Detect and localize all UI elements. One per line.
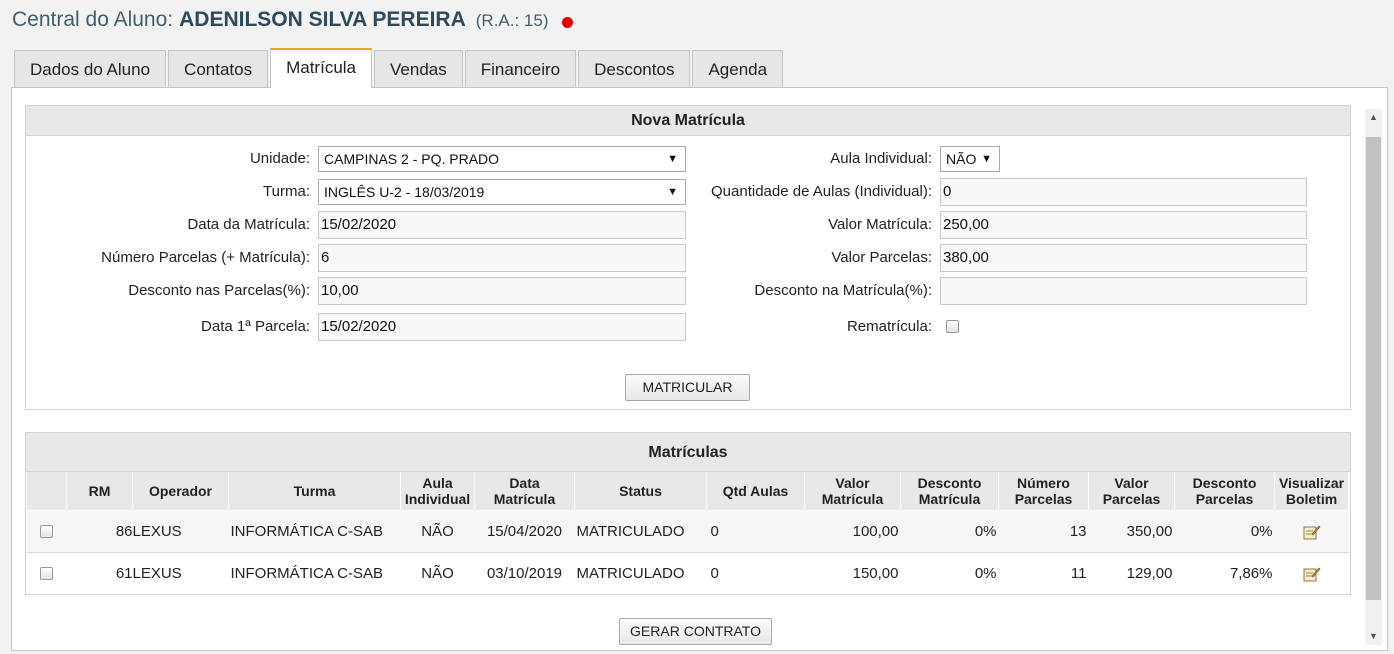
tab-financeiro[interactable]: Financeiro [464, 50, 577, 88]
column-header-turma: Turma [228, 472, 401, 511]
table-row: 86 LEXUS INFORMÁTICA C-SAB NÃO 15/04/202… [26, 510, 1349, 553]
column-header-data-matricula: Data Matrícula [474, 472, 575, 511]
unidade-label: Unidade: [249, 150, 310, 167]
tab-contatos[interactable]: Contatos [168, 50, 269, 88]
cell-qtd-aulas: 0 [706, 510, 805, 553]
matriculas-table: RM Operador Turma Aula Individual Data M… [26, 472, 1349, 595]
column-header-operador: Operador [132, 472, 229, 511]
data-primeira-parcela-label: Data 1ª Parcela: [201, 318, 310, 335]
student-name: ADENILSON SILVA PEREIRA [179, 8, 466, 31]
cell-turma: INFORMÁTICA C-SAB [228, 552, 401, 595]
edit-document-icon[interactable] [1303, 566, 1321, 582]
row-checkbox[interactable] [40, 525, 53, 539]
aula-individual-label: Aula Individual: [830, 150, 932, 167]
vertical-scrollbar[interactable]: ▲ ▼ [1365, 109, 1382, 645]
row-checkbox[interactable] [40, 567, 53, 581]
column-header-status: Status [574, 472, 707, 511]
valor-matricula-label: Valor Matrícula: [828, 216, 932, 233]
numero-parcelas-label: Número Parcelas (+ Matrícula): [101, 249, 310, 266]
cell-rm: 86 [66, 510, 133, 553]
edit-document-icon[interactable] [1303, 524, 1321, 540]
cell-desconto-matricula: 0% [900, 552, 999, 595]
cell-numero-parcelas: 11 [998, 552, 1089, 595]
status-indicator-dot [561, 16, 573, 28]
matriculas-section: Matrículas RM Operador Turma Aula Indivi… [25, 432, 1351, 595]
tab-dados-do-aluno[interactable]: Dados do Aluno [14, 50, 167, 88]
column-header-valor-parcelas: Valor Parcelas [1088, 472, 1175, 511]
cell-valor-parcelas: 129,00 [1088, 552, 1175, 595]
cell-rm: 61 [66, 552, 133, 595]
cell-valor-parcelas: 350,00 [1088, 510, 1175, 553]
chevron-down-icon: ▼ [981, 153, 992, 165]
unidade-selected-value: CAMPINAS 2 - PQ. PRADO [324, 151, 500, 167]
scroll-up-arrow-icon[interactable]: ▲ [1365, 109, 1382, 126]
scrollbar-thumb[interactable] [1366, 137, 1381, 600]
cell-desconto-matricula: 0% [900, 510, 999, 553]
turma-selected-value: INGLÊS U-2 - 18/03/2019 [324, 184, 485, 200]
page-header: Central do Aluno: ADENILSON SILVA PEREIR… [12, 8, 573, 38]
cell-operador: LEXUS [132, 510, 229, 553]
cell-turma: INFORMÁTICA C-SAB [228, 510, 401, 553]
tab-agenda[interactable]: Agenda [692, 50, 784, 88]
cell-status: MATRICULADO [574, 510, 707, 553]
cell-desconto-parcelas: 7,86% [1174, 552, 1275, 595]
rematricula-label: Rematrícula: [846, 318, 932, 335]
column-header-rm: RM [66, 472, 133, 511]
cell-visualizar-boletim [1274, 510, 1349, 553]
gerar-contrato-button[interactable]: GERAR CONTRATO [619, 618, 772, 645]
data-matricula-label: Data da Matrícula: [187, 216, 310, 233]
cell-desconto-parcelas: 0% [1174, 510, 1275, 553]
aula-individual-selected-value: NÃO [946, 151, 977, 167]
column-header-valor-matricula: Valor Matrícula [804, 472, 901, 511]
cell-aula-individual: NÃO [400, 552, 475, 595]
cell-data-matricula: 15/04/2020 [474, 510, 575, 553]
column-header-desconto-matricula: Desconto Matrícula [900, 472, 999, 511]
qtd-aulas-input[interactable]: 0 [940, 178, 1307, 206]
row-select-cell [26, 510, 67, 553]
cell-valor-matricula: 100,00 [804, 510, 901, 553]
tab-matricula[interactable]: Matrícula [270, 48, 373, 88]
rematricula-checkbox[interactable] [946, 320, 959, 333]
tab-content-panel: Nova Matrícula Unidade: CAMPINAS 2 - PQ.… [11, 87, 1388, 651]
column-header-visualizar-boletim: Visualizar Boletim [1274, 472, 1349, 511]
cell-data-matricula: 03/10/2019 [474, 552, 575, 595]
aula-individual-select[interactable]: NÃO ▼ [940, 146, 1000, 172]
valor-parcelas-label: Valor Parcelas: [831, 249, 932, 266]
cell-numero-parcelas: 13 [998, 510, 1089, 553]
qtd-aulas-label: Quantidade de Aulas (Individual): [711, 183, 932, 200]
column-header-aula-individual: Aula Individual [400, 472, 475, 511]
cell-aula-individual: NÃO [400, 510, 475, 553]
row-select-cell [26, 552, 67, 595]
column-header-desconto-parcelas: Desconto Parcelas [1174, 472, 1275, 511]
table-header-row: RM Operador Turma Aula Individual Data M… [26, 472, 1349, 511]
cell-operador: LEXUS [132, 552, 229, 595]
matricular-button[interactable]: MATRICULAR [625, 374, 750, 401]
column-header-numero-parcelas: Número Parcelas [998, 472, 1089, 511]
desconto-matricula-label: Desconto na Matrícula(%): [754, 282, 932, 299]
cell-visualizar-boletim [1274, 552, 1349, 595]
tab-vendas[interactable]: Vendas [374, 50, 463, 88]
nova-matricula-title: Nova Matrícula [26, 106, 1350, 136]
cell-valor-matricula: 150,00 [804, 552, 901, 595]
valor-parcelas-input[interactable]: 380,00 [940, 244, 1307, 272]
desconto-matricula-input[interactable] [940, 277, 1307, 305]
page-title-prefix: Central do Aluno: [12, 8, 174, 31]
column-header-qtd-aulas: Qtd Aulas [706, 472, 805, 511]
table-row: 61 LEXUS INFORMÁTICA C-SAB NÃO 03/10/201… [26, 552, 1349, 595]
cell-qtd-aulas: 0 [706, 552, 805, 595]
valor-matricula-input[interactable]: 250,00 [940, 211, 1307, 239]
turma-label: Turma: [263, 183, 310, 200]
tab-descontos[interactable]: Descontos [578, 50, 691, 88]
tab-bar: Dados do Aluno Contatos Matrícula Vendas… [14, 48, 785, 88]
desconto-parcelas-label: Desconto nas Parcelas(%): [128, 282, 310, 299]
student-ra: (R.A.: 15) [475, 11, 549, 30]
scroll-down-arrow-icon[interactable]: ▼ [1365, 628, 1382, 645]
matriculas-title: Matrículas [26, 433, 1350, 472]
cell-status: MATRICULADO [574, 552, 707, 595]
nova-matricula-section: Nova Matrícula Unidade: CAMPINAS 2 - PQ.… [25, 105, 1351, 410]
column-header-select [26, 472, 67, 511]
